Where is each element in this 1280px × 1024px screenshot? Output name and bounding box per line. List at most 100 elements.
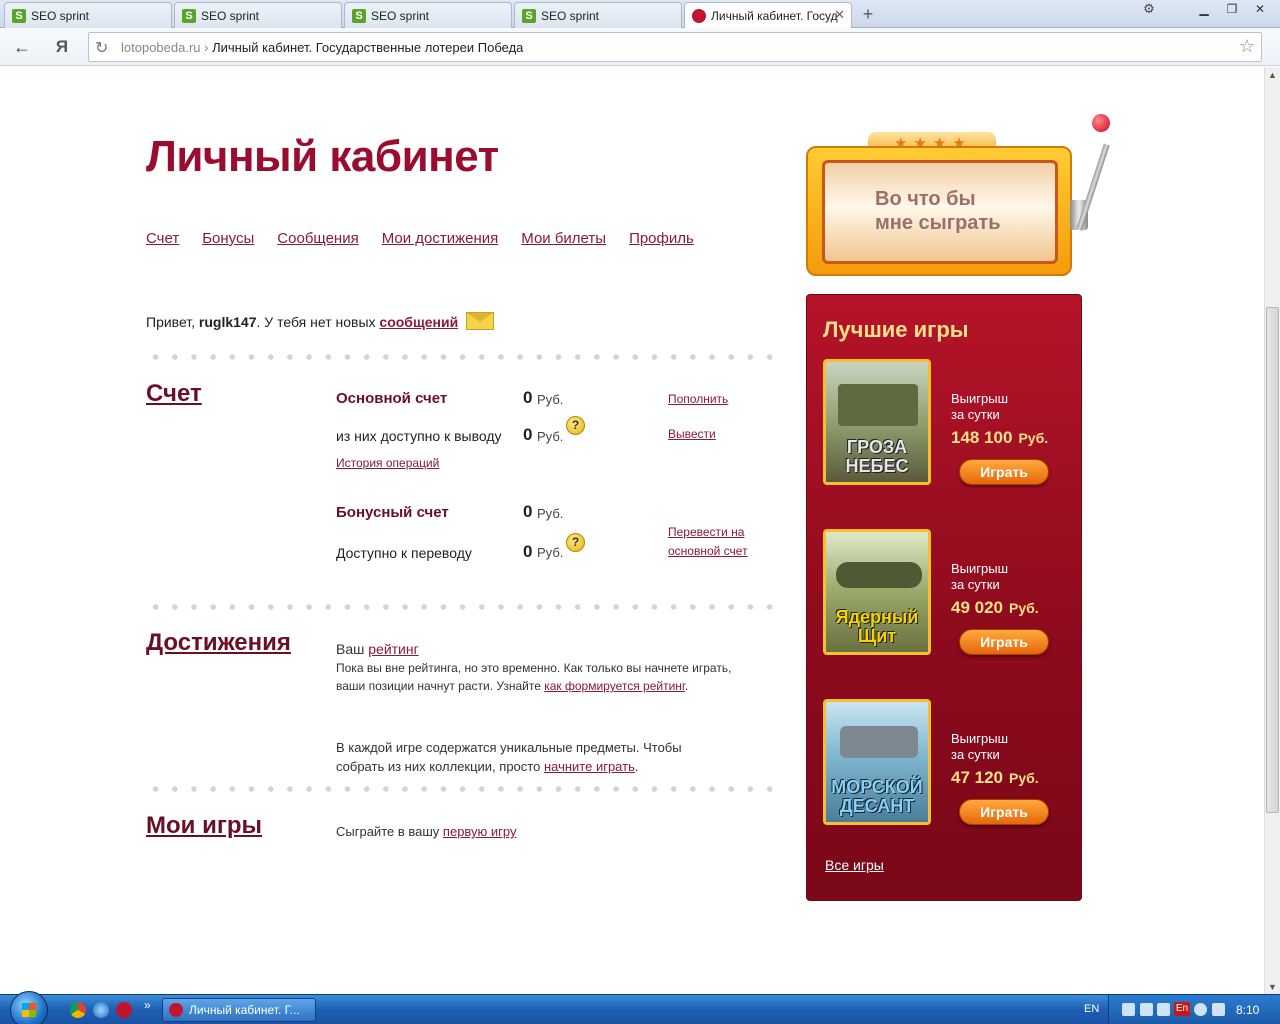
collections-text-line2: собрать из них коллекции, просто начните… [336, 759, 639, 774]
nav-profile[interactable]: Профиль [629, 230, 694, 247]
transferable-value: 0 [523, 542, 533, 561]
start-playing-link[interactable]: начните играть [544, 759, 635, 774]
lever-ball-icon [1092, 114, 1110, 132]
bonus-account-value: 0 [523, 502, 533, 521]
language-indicator[interactable]: EN [1084, 1003, 1099, 1015]
win-label: Выигрыш за сутки [951, 561, 1009, 592]
tab-seo-sprint-3[interactable]: S SEO sprint [344, 2, 512, 28]
tray-app-icon[interactable] [1157, 1003, 1170, 1016]
first-game-link[interactable]: первую игру [443, 824, 517, 839]
help-icon[interactable]: ? [566, 416, 585, 435]
settings-gear-icon[interactable]: ⚙ [1136, 0, 1162, 18]
play-button[interactable]: Играть [959, 629, 1049, 655]
main-account-value: 0 [523, 388, 533, 407]
nav-messages[interactable]: Сообщения [277, 230, 358, 247]
tab-lotopobeda[interactable]: Личный кабинет. Госуд ✕ [684, 2, 852, 29]
history-link[interactable]: История операций [336, 454, 439, 473]
envelope-icon[interactable] [466, 312, 495, 330]
best-games-panel: Лучшие игры ГРОЗА НЕБЕС Выигрыш за сутки… [806, 294, 1082, 901]
minimize-icon[interactable]: ▁ [1192, 0, 1216, 18]
tab-seo-sprint-2[interactable]: S SEO sprint [174, 2, 342, 28]
seo-sprint-favicon-icon: S [522, 9, 536, 23]
nav-achievements[interactable]: Мои достижения [382, 230, 499, 247]
start-button[interactable] [10, 991, 48, 1024]
transfer-link-line1[interactable]: Перевести на [668, 523, 744, 542]
withdraw-link[interactable]: Вывести [668, 425, 716, 444]
banner-line1: Во что бы [875, 188, 976, 210]
win-amount: 47 120 Руб. [951, 768, 1039, 787]
divider [146, 354, 776, 360]
best-games-title: Лучшие игры [823, 317, 969, 342]
task-label: Личный кабинет. Г... [189, 1003, 300, 1017]
withdrawable-label: из них доступно к выводу [336, 428, 502, 444]
first-game-line: Сыграйте в вашу первую игру [336, 824, 517, 839]
my-games-section-title[interactable]: Мои игры [146, 812, 262, 840]
nav-tickets[interactable]: Мои билеты [521, 230, 606, 247]
scroll-thumb[interactable] [1266, 307, 1279, 813]
nav-bonuses[interactable]: Бонусы [202, 230, 254, 247]
win-label: Выигрыш за сутки [951, 391, 1009, 422]
ie-icon[interactable] [93, 1002, 109, 1018]
missile-shape [836, 562, 922, 588]
main-account-label: Основной счет [336, 390, 448, 407]
seo-sprint-favicon-icon: S [352, 9, 366, 23]
network-icon[interactable] [1122, 1003, 1135, 1016]
topup-link[interactable]: Пополнить [668, 390, 728, 409]
tray-app-icon[interactable] [1212, 1003, 1225, 1016]
restore-icon[interactable]: ❐ [1220, 0, 1244, 18]
play-button[interactable]: Играть [959, 459, 1049, 485]
bonus-account-label: Бонусный счет [336, 504, 449, 521]
url-domain: lotopobeda.ru [121, 40, 201, 55]
game-thumbnail[interactable]: Ядерный Щит [823, 529, 931, 655]
nav-account[interactable]: Счет [146, 230, 179, 247]
chrome-icon[interactable] [70, 1002, 86, 1018]
volume-icon[interactable] [1140, 1003, 1153, 1016]
taskbar-window-button[interactable]: Личный кабинет. Г... [162, 998, 316, 1022]
all-games-link[interactable]: Все игры [825, 857, 884, 873]
tray-app-icon[interactable] [1194, 1003, 1207, 1016]
rating-link[interactable]: рейтинг [368, 641, 418, 657]
more-icon[interactable]: » [144, 998, 151, 1012]
scroll-down-icon[interactable]: ▼ [1265, 979, 1280, 995]
back-arrow-icon[interactable]: ← [10, 36, 34, 58]
achievements-section-title[interactable]: Достижения [146, 629, 291, 657]
bookmark-star-icon[interactable]: ☆ [1239, 36, 1255, 57]
transfer-link-line2[interactable]: основной счет [668, 542, 748, 561]
account-section-title[interactable]: Счет [146, 380, 202, 408]
vehicle-shape [840, 726, 918, 758]
pobeda-favicon-icon [692, 9, 706, 23]
game-thumbnail[interactable]: ГРОЗА НЕБЕС [823, 359, 931, 485]
tab-seo-sprint-4[interactable]: S SEO sprint [514, 2, 682, 28]
messages-link[interactable]: сообщений [379, 314, 458, 330]
seo-sprint-favicon-icon: S [12, 9, 26, 23]
vertical-scrollbar[interactable]: ▲ ▼ [1264, 67, 1280, 995]
banner-line2: мне сыграть [875, 212, 1001, 234]
address-bar[interactable]: ↻ lotopobeda.ru › Личный кабинет. Госуда… [88, 32, 1262, 62]
transferable-label: Доступно к переводу [336, 545, 472, 561]
game-thumbnail[interactable]: МОРСКОЙ ДЕСАНТ [823, 699, 931, 825]
yandex-button[interactable]: Я [50, 36, 74, 58]
play-button[interactable]: Играть [959, 799, 1049, 825]
tab-seo-sprint-1[interactable]: S SEO sprint [4, 2, 172, 28]
game-name: Ядерный Щит [835, 607, 919, 646]
url-separator: › [204, 40, 209, 55]
yandex-browser-icon[interactable] [116, 1002, 132, 1018]
what-to-play-banner[interactable]: ★★★★ Во что бы мне сыграть [806, 114, 1110, 278]
tab-strip: S SEO sprint S SEO sprint S SEO sprint S… [0, 0, 1280, 29]
withdrawable-currency: Руб. [537, 429, 564, 444]
close-tab-icon[interactable]: ✕ [834, 7, 845, 23]
help-icon[interactable]: ? [566, 533, 585, 552]
scroll-up-icon[interactable]: ▲ [1265, 67, 1280, 83]
new-tab-button[interactable]: + [856, 4, 880, 24]
keyboard-layout-indicator[interactable]: En [1174, 1002, 1190, 1016]
reload-icon[interactable]: ↻ [95, 38, 108, 58]
collections-text: В каждой игре содержатся уникальные пред… [336, 738, 682, 776]
game-name: ГРОЗА НЕБЕС [845, 437, 909, 476]
rating-how-link[interactable]: как формируется рейтинг [544, 679, 685, 693]
greeting-prefix: Привет, [146, 314, 196, 330]
pobeda-favicon-icon [169, 1003, 183, 1017]
close-window-icon[interactable]: ✕ [1248, 0, 1272, 18]
greeting: Привет, ruglk147. У тебя нет новых сообщ… [146, 312, 495, 330]
tab-label: Личный кабинет. Госуд [711, 9, 838, 23]
slot-screen: Во что бы мне сыграть [822, 160, 1058, 264]
